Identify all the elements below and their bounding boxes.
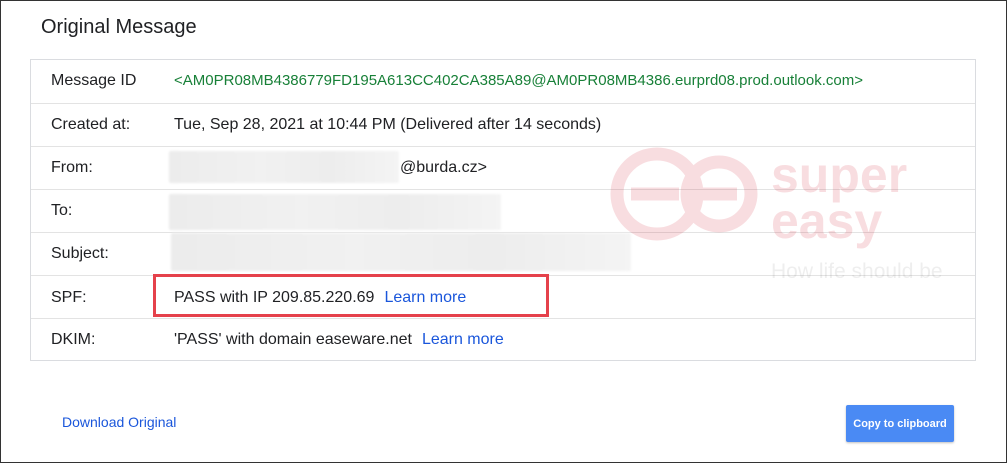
supereasy-watermark-logo: super easy How life should be xyxy=(610,147,943,283)
dkim-label: DKIM: xyxy=(51,331,96,348)
dkim-result: 'PASS' with domain easeware.net xyxy=(174,331,412,348)
spf-label: SPF: xyxy=(51,289,87,306)
page-title: Original Message xyxy=(41,16,197,38)
created-at-value: Tue, Sep 28, 2021 at 10:44 PM (Delivered… xyxy=(174,116,602,133)
message-id-value: <AM0PR08MB4386779FD195A613CC402CA385A89@… xyxy=(174,72,863,89)
watermark-tagline: How life should be xyxy=(771,260,943,283)
redacted-sender xyxy=(169,151,399,183)
subject-label: Subject: xyxy=(51,245,109,262)
from-label: From: xyxy=(51,159,93,176)
copy-to-clipboard-button[interactable]: Copy to clipboard xyxy=(846,405,954,442)
download-original-link[interactable]: Download Original xyxy=(62,414,176,430)
spf-highlight-box xyxy=(153,274,549,317)
redacted-recipient xyxy=(169,194,501,230)
redacted-subject xyxy=(171,233,631,271)
watermark-brand-line2: easy xyxy=(771,193,882,249)
to-label: To: xyxy=(51,202,73,219)
created-at-label: Created at: xyxy=(51,116,131,133)
message-id-label: Message ID xyxy=(51,72,137,89)
dkim-learn-more-link[interactable]: Learn more xyxy=(422,331,504,348)
row-message-id: Message ID <AM0PR08MB4386779FD195A613CC4… xyxy=(31,60,975,103)
dkim-value: 'PASS' with domain easeware.net Learn mor… xyxy=(174,331,504,349)
from-value: @burda.cz> xyxy=(400,159,487,176)
row-dkim: DKIM: 'PASS' with domain easeware.net Lea… xyxy=(31,318,975,361)
original-message-panel: Original Message Message ID <AM0PR08MB43… xyxy=(0,0,1007,463)
